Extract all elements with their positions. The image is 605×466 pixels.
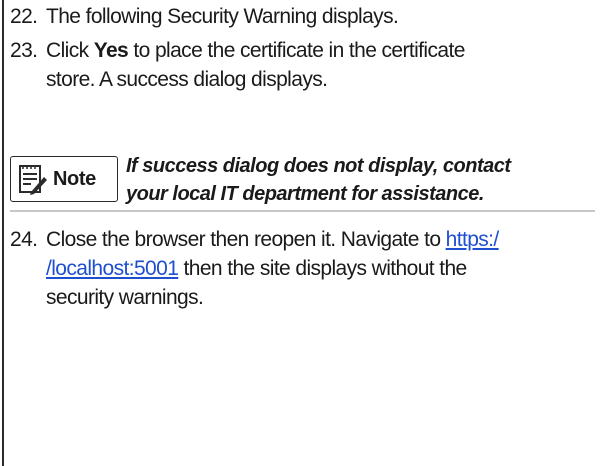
note-text: If success dialog does not display, cont… xyxy=(126,152,566,208)
page-border xyxy=(2,0,4,466)
step-number: 23. xyxy=(10,39,38,62)
step-text-line2: store. A success dialog displays. xyxy=(46,68,328,91)
note-line-1: If success dialog does not display, cont… xyxy=(126,155,511,177)
note-line-2: your local IT department for assistance. xyxy=(126,183,484,205)
step-text-line2: /localhost:5001 then the site displays w… xyxy=(10,254,595,283)
step-22: 22. The following Security Warning displa… xyxy=(10,2,595,31)
step-text-line3: security warnings. xyxy=(46,286,204,309)
localhost-link-cont[interactable]: /localhost:5001 xyxy=(46,257,179,280)
step-text-bold: Yes xyxy=(93,39,129,62)
step-text-pre: Click xyxy=(46,39,94,62)
note-callout: Note If success dialog does not display,… xyxy=(10,155,566,208)
step-text-post: to place the certificate in the certific… xyxy=(128,39,465,62)
step-24: 24. Close the browser then reopen it. Nav… xyxy=(10,225,595,312)
note-pad-icon xyxy=(19,165,47,195)
step-text-pre: Close the browser then reopen it. Naviga… xyxy=(46,228,446,251)
step-23: 23. Click Yes to place the certificate in… xyxy=(10,36,595,94)
localhost-link[interactable]: https:/ xyxy=(446,228,500,251)
step-number: 22. xyxy=(10,5,38,28)
note-divider xyxy=(10,210,595,212)
step-text-post: then the site displays without the xyxy=(178,257,468,280)
note-label: Note xyxy=(53,167,96,190)
note-badge: Note xyxy=(10,156,118,202)
step-number: 24. xyxy=(10,228,38,251)
document-page: 22. The following Security Warning displa… xyxy=(0,0,605,466)
step-text: The following Security Warning displays. xyxy=(46,5,399,28)
